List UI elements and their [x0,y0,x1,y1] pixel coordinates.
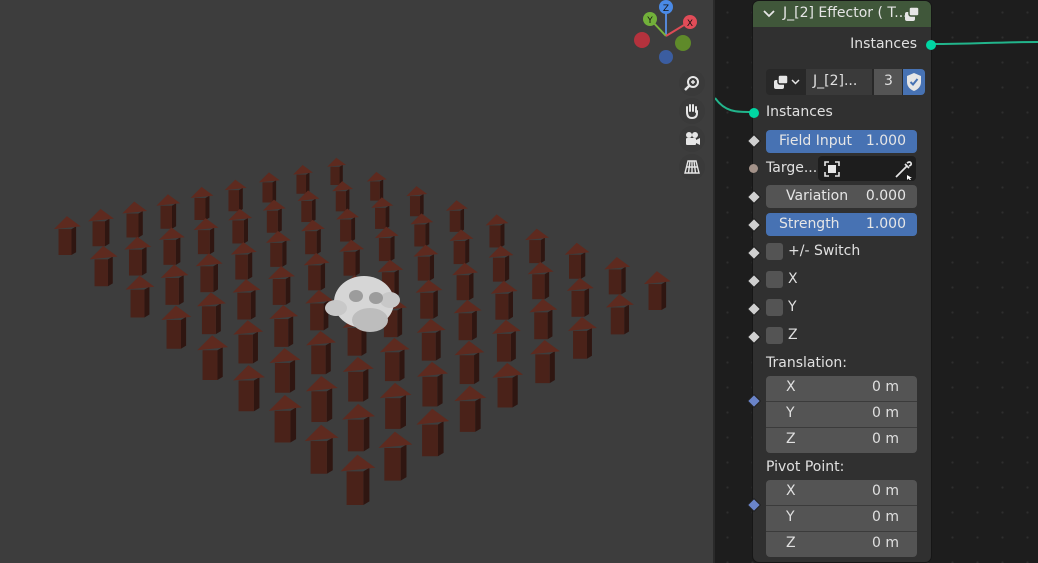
shield-check-icon [907,73,921,91]
x-checkbox[interactable] [766,271,783,288]
gizmo-x-label: X [687,19,693,29]
dropdown-chevron-icon[interactable] [791,79,800,85]
hand-pan-icon[interactable] [679,98,705,124]
user-count-button[interactable]: 3 [874,69,902,95]
axis-label: X [786,379,796,395]
eyedropper-icon[interactable] [893,160,913,180]
pivot-point-vector[interactable]: X 0 m Y 0 m Z 0 m [766,480,917,557]
translation-z-field[interactable]: Z 0 m [766,428,917,453]
variation-value: 0.000 [865,188,906,204]
gizmo-y-label: Y [646,16,653,26]
axis-label: X [786,483,796,499]
switch-checkbox[interactable] [766,243,783,260]
input-instances-socket[interactable] [749,108,759,118]
translation-vector[interactable]: X 0 m Y 0 m Z 0 m [766,376,917,453]
z-checkbox[interactable] [766,327,783,344]
axis-value: 0 m [872,483,899,499]
switch-label: +/- Switch [788,243,861,259]
translation-label: Translation: [766,355,847,371]
axis-label: Y [786,405,795,421]
node-header[interactable]: J_[2] Effector ( T... [753,1,931,27]
axis-value: 0 m [872,535,899,551]
node-group-icon [905,6,920,21]
camera-icon[interactable] [679,126,705,152]
grid-perspective-icon[interactable] [679,154,705,180]
fake-user-button[interactable] [903,69,925,95]
variation-field[interactable]: Variation 0.000 [766,185,917,208]
axis-label: Z [786,431,796,447]
field-input-field[interactable]: Field Input 1.000 [766,130,917,153]
node-group-selector[interactable]: J_[2]... 3 [766,69,925,95]
axis-label: Z [786,535,796,551]
axis-value: 0 m [872,405,899,421]
output-instances-label: Instances [850,36,917,52]
output-instances-socket[interactable] [926,40,936,50]
object-icon [824,161,840,177]
axis-value: 0 m [872,431,899,447]
input-instances-label: Instances [766,104,833,120]
axis-value: 0 m [872,379,899,395]
strength-field[interactable]: Strength 1.000 [766,213,917,236]
navigation-gizmo[interactable]: Z Y X [0,0,713,563]
node-title: J_[2] Effector ( T... [783,5,908,21]
3d-viewport[interactable]: Z Y X [0,0,713,563]
user-count: 3 [884,73,893,89]
effector-node[interactable]: J_[2] Effector ( T... Instances J_[2]...… [748,1,936,562]
axis-value: 0 m [872,509,899,525]
target-object-field[interactable] [818,156,916,181]
chevron-down-icon[interactable] [763,9,775,19]
pivot-x-field[interactable]: X 0 m [766,480,917,506]
datablock-name-field[interactable]: J_[2]... [806,69,872,95]
pivot-z-field[interactable]: Z 0 m [766,532,917,557]
target-label: Targe... [766,160,818,176]
datablock-name: J_[2]... [813,73,858,89]
strength-value: 1.000 [865,216,906,232]
pivot-point-label: Pivot Point: [766,459,845,475]
y-label: Y [788,299,797,315]
gizmo-z-label: Z [663,4,669,14]
pivot-y-field[interactable]: Y 0 m [766,506,917,532]
node-tree-icon[interactable] [772,73,790,91]
target-socket[interactable] [749,164,758,173]
translation-x-field[interactable]: X 0 m [766,376,917,402]
axis-label: Y [786,509,795,525]
zoom-icon[interactable] [679,70,705,96]
translation-y-field[interactable]: Y 0 m [766,402,917,428]
y-checkbox[interactable] [766,299,783,316]
field-input-value: 1.000 [865,133,906,149]
x-label: X [788,271,798,287]
z-label: Z [788,327,798,343]
